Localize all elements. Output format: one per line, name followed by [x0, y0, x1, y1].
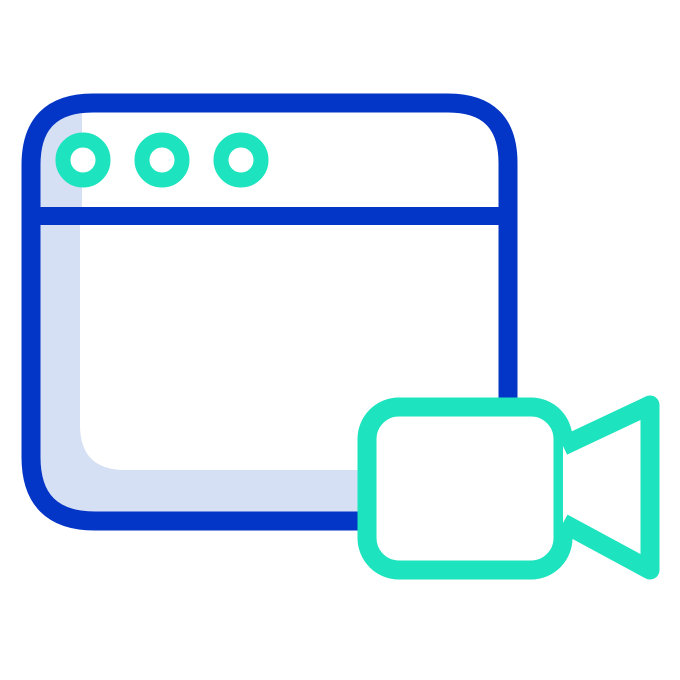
window-shadow: [40, 210, 365, 512]
camera-lens: [558, 395, 660, 580]
video-camera-icon: [357, 395, 660, 580]
icon-canvas: [0, 0, 680, 680]
window-controls: [55, 132, 269, 188]
camera-body: [357, 397, 573, 580]
window-control-dot-icon: [213, 132, 269, 188]
window-control-dot-icon: [55, 132, 111, 188]
browser-video-icon: [21, 93, 660, 580]
window-control-dot-icon: [134, 132, 190, 188]
